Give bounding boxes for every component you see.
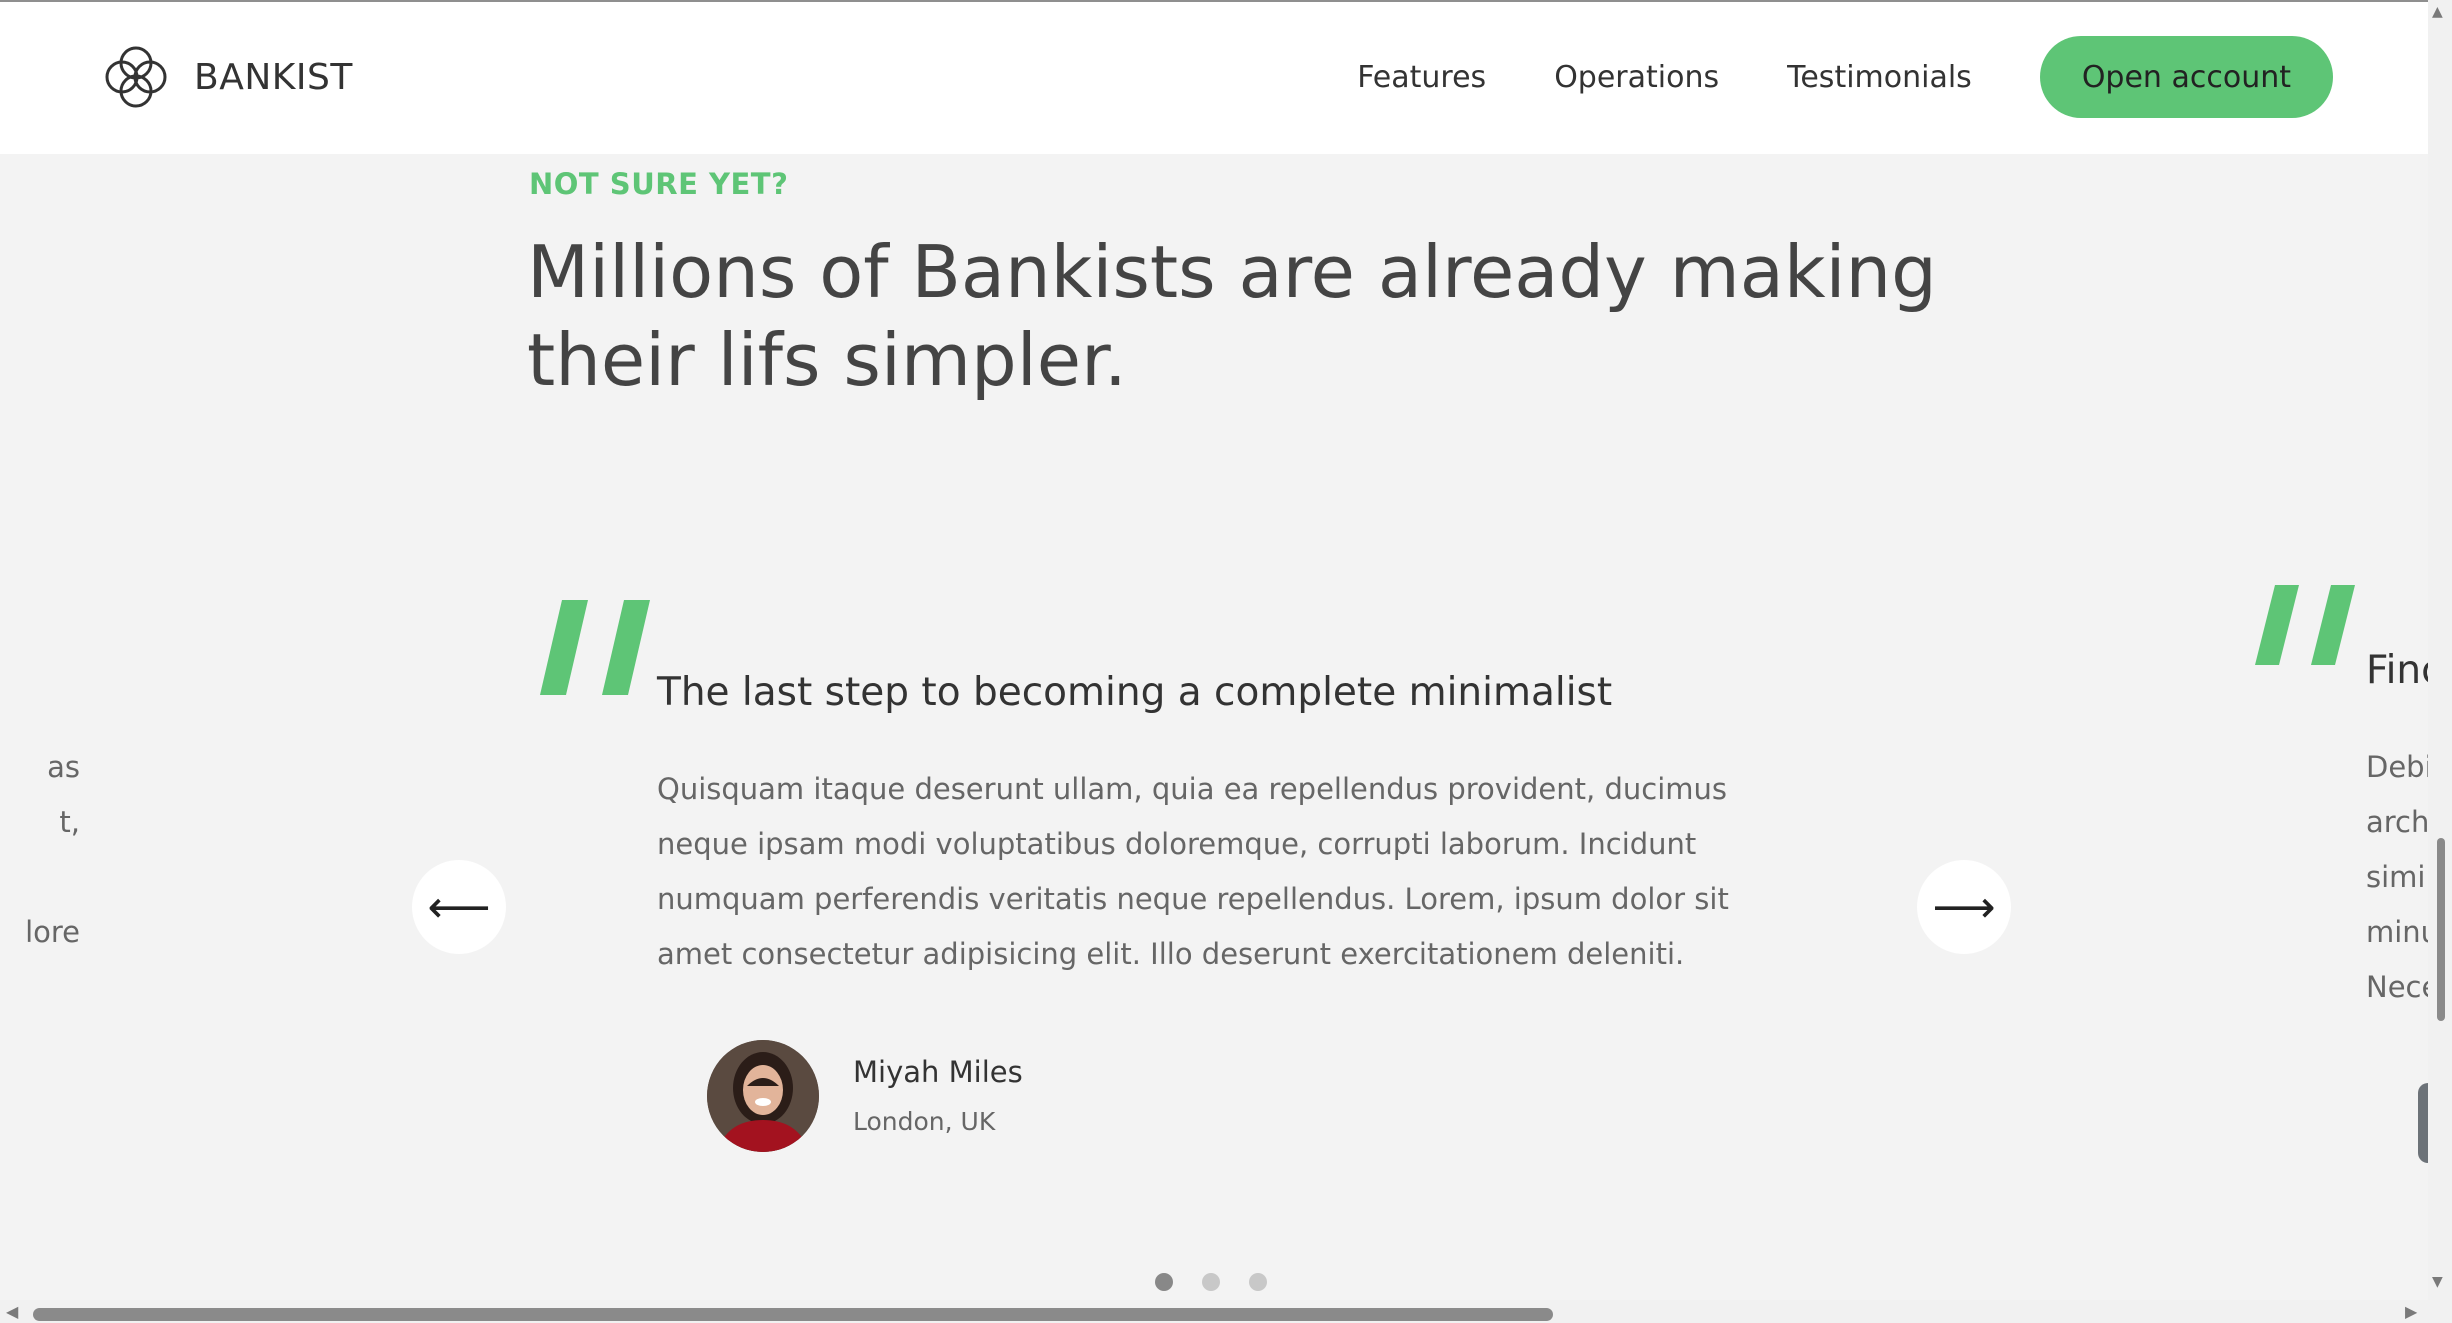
next-slide-title: Finc [2366,648,2428,693]
slider-dots [1155,1273,1296,1291]
next-slide-line: Nece [2366,970,2428,1004]
slider-dot[interactable] [1249,1273,1267,1291]
next-slide-line: minu [2366,915,2428,949]
next-slide-line: Debi [2366,750,2428,784]
next-slide-line: simil [2366,860,2428,894]
nav-link-operations[interactable]: Operations [1554,60,1719,95]
nav-links: Features Operations Testimonials Open ac… [1289,36,2333,118]
slider-dot[interactable] [1155,1273,1173,1291]
testimonial-body: Quisquam itaque deserunt ullam, quia ea … [657,772,1729,971]
slider-prev-button[interactable]: ⟵ [412,860,506,954]
vertical-scrollbar-thumb[interactable] [2437,838,2445,1021]
scroll-left-icon[interactable]: ◀ [6,1302,18,1321]
author-photo [707,1040,819,1152]
quote-mark-icon [540,600,650,695]
logo[interactable]: BANKIST [96,37,353,117]
scroll-right-icon[interactable]: ▶ [2405,1302,2417,1321]
scroll-up-icon[interactable]: ▲ [2432,4,2443,20]
section-eyebrow: NOT SURE YET? [529,167,789,201]
logo-text: BANKIST [194,56,353,98]
slider-dot[interactable] [1202,1273,1220,1291]
open-account-button[interactable]: Open account [2039,36,2333,118]
next-slide-peek: Debi arch simil minu Nece [2366,740,2428,1015]
next-slide-quote-mark-icon [2255,585,2355,665]
horizontal-scrollbar-thumb[interactable] [33,1308,1553,1321]
author-location: London, UK [853,1107,996,1136]
nav-link-features[interactable]: Features [1357,60,1486,95]
slider-next-button[interactable]: ⟶ [1917,860,2011,954]
previous-slide-line [0,850,80,905]
testimonial-title: The last step to becoming a complete min… [657,670,1613,715]
scroll-down-icon[interactable]: ▼ [2432,1274,2443,1290]
next-slide-line: arch [2366,805,2428,839]
arrow-left-icon: ⟵ [427,881,491,933]
previous-slide-peek: as t, lore [0,740,80,960]
previous-slide-line: lore [25,915,80,949]
vertical-scrollbar[interactable] [2428,0,2452,1300]
next-slide-avatar [2418,1083,2428,1163]
section-headline: Millions of Bankists are already making … [527,230,1937,402]
navbar: BANKIST Features Operations Testimonials… [0,2,2428,154]
previous-slide-line: t, [59,805,80,839]
nav-link-testimonials[interactable]: Testimonials [1787,60,1972,95]
arrow-right-icon: ⟶ [1932,881,1996,933]
previous-slide-line: as [47,750,80,784]
author-name: Miyah Miles [853,1055,1023,1089]
author-avatar [707,1040,819,1152]
bankist-logo-icon [105,46,167,108]
